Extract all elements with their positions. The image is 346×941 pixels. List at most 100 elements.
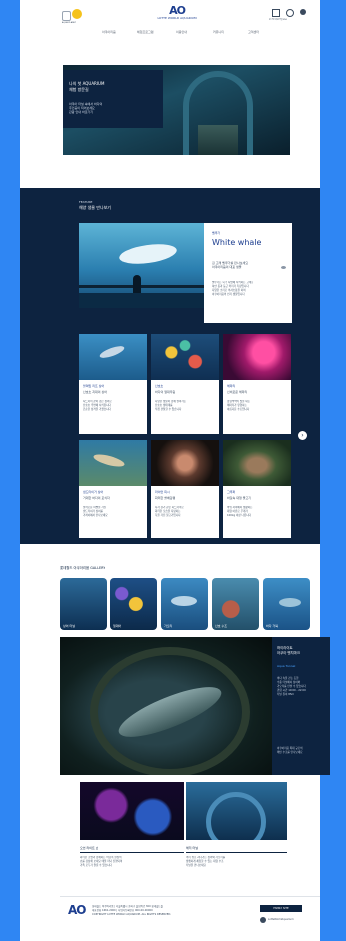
nav-item-programs[interactable]: 체험프로그램 <box>137 30 154 34</box>
creature-card[interactable]: 라이언 피시 화려한 쏠배감펭 사자 갈기 같은 지느러미로 화려한 모습을 자… <box>151 440 219 538</box>
card-body-line: 해파리가 유영하는 <box>227 404 247 407</box>
card-body-line: 산호초 주변에 서식합니다 <box>83 404 111 407</box>
divider <box>80 852 184 853</box>
bottom-card-line: 머리 위로 지나가는 상어와 가오리를 <box>186 856 226 859</box>
nav-item-support[interactable]: 고객센터 <box>248 30 259 34</box>
card-body-line: 샌드타이거 상어를 <box>83 510 103 513</box>
gallery-feature-image[interactable] <box>60 637 272 775</box>
nav-item-aquarium[interactable]: 아쿠아리움 <box>102 30 116 34</box>
logo-mark: AO <box>169 4 186 17</box>
home-icon[interactable] <box>272 9 280 17</box>
feature-tag: Aqua Tunnel <box>277 664 296 668</box>
card-sub: 산호초 지대의 상어 <box>83 390 107 394</box>
card-sub: 거대한 바다의 포식자 <box>83 496 110 500</box>
fish-icon <box>281 266 286 269</box>
card-body-line: 다양한 생물이 함께 살아가는 <box>155 400 187 403</box>
feature-body: 바다 속을 걷는 듯한 수중 터널에서 상어와 가오리를 만날 수 있습니다 관… <box>277 677 306 697</box>
card-body-line: 가까이에서 만나보세요 <box>83 514 108 517</box>
user-icon[interactable] <box>286 9 294 17</box>
undersea-tunnel-image[interactable] <box>186 782 287 840</box>
grouper-image <box>223 440 291 486</box>
jellyfish-image <box>223 334 291 380</box>
card-body-line: 형형색색의 빛을 내는 <box>227 400 251 403</box>
globe-icon[interactable] <box>300 9 306 15</box>
tunnel-arch <box>206 792 266 840</box>
bottom-card-line: 가족 모두가 즐길 수 있습니다 <box>80 864 112 867</box>
card-title: 샌드타이거 상어 <box>83 490 104 494</box>
gallery-thumb[interactable]: 열대어 <box>110 578 157 630</box>
card-body-line: 독을 가진 물고기입니다 <box>155 514 181 517</box>
card-body-line: 직접 관찰할 수 있습니다 <box>155 408 182 411</box>
nav-item-guide[interactable]: 이용안내 <box>176 30 187 34</box>
card-title: 그루퍼 <box>227 490 236 494</box>
feature-foot: 아쿠아리움 최대 규모의 메인 수조를 만나보세요 <box>277 747 303 755</box>
feature-section: FEATURE 해양 생물 만나보기 벨루가 White whale 흰 고래 … <box>20 188 320 544</box>
gallery-title: 롯데월드 아쿠아리움 GALLERY <box>60 566 106 570</box>
card-title: 라이언 피시 <box>155 490 170 494</box>
card-sub: 바닷속 대형 물고기 <box>227 496 251 500</box>
railing <box>79 285 204 288</box>
mascot-icon <box>62 11 71 21</box>
thumb-caption: 산호 수조 <box>215 624 227 628</box>
nav-item-community[interactable]: 커뮤니티 <box>213 30 224 34</box>
creature-card[interactable]: 샌드타이거 상어 거대한 바다의 포식자 날카로운 이빨을 가진 샌드타이거 상… <box>79 440 147 538</box>
featured-body: 벨루가는 북극 지방에 서식하는 고래로 하얀 몸과 둥근 머리가 특징입니다 … <box>212 281 253 297</box>
featured-image[interactable] <box>79 223 204 308</box>
thumb-caption: 가오리 <box>164 624 173 628</box>
sun-icon <box>72 9 82 19</box>
featured-card: 벨루가 White whale 흰 고래 벨루가를 만나보세요 아쿠아리움의 대… <box>204 223 292 323</box>
beluga-shape <box>118 241 178 267</box>
card-body: 다양한 생물이 함께 살아가는 산호초 생태계를 직접 관찰할 수 있습니다 <box>155 400 186 412</box>
sns-icon[interactable] <box>260 917 266 923</box>
card-body: 사자 갈기 같은 지느러미로 화려한 모습을 자랑하는 독을 가진 물고기입니다 <box>155 506 184 518</box>
footer-info: 롯데월드 아쿠아리움 | 서울특별시 송파구 올림픽로 300 롯데월드몰 대표… <box>92 905 171 917</box>
card-title: 블랙팁 리프 상어 <box>83 384 105 388</box>
sandtiger-image <box>79 440 147 486</box>
hero-title-line1: 나의 첫 AQUARIUM <box>69 81 105 86</box>
footer-divider <box>60 896 320 897</box>
aqua-planet-logo[interactable]: AQUA PLANET <box>62 9 88 24</box>
turtle-shape <box>279 598 301 607</box>
family-site-button[interactable]: FAMILY SITE <box>260 905 302 912</box>
bottom-card-title: 오션 라이트 쇼 <box>80 846 99 850</box>
light-show-image[interactable] <box>80 782 184 840</box>
section-title: 해양 생물 만나보기 <box>79 205 111 210</box>
feature-foot-line: 아쿠아리움 최대 규모의 <box>277 747 303 750</box>
card-body-line: 날카로운 이빨을 가진 <box>83 506 107 509</box>
shark-shape <box>92 452 126 469</box>
footer-logo[interactable]: AO <box>68 904 86 916</box>
creature-card[interactable]: 해파리 신비로운 해파리 형형색색의 빛을 내는 해파리가 유영하는 아름다운 … <box>223 334 291 434</box>
lionfish-image <box>151 440 219 486</box>
footer-line: COPYRIGHT LOTTE WORLD AQUARIUM. ALL RIGH… <box>92 913 172 916</box>
shark-shape <box>98 343 126 361</box>
sns-label[interactable]: LotteWorldAquarium <box>268 918 294 922</box>
gallery-thumb[interactable]: 상어 터널 <box>60 578 107 630</box>
carousel-next-button[interactable]: › <box>298 431 307 440</box>
creature-card[interactable]: 블랙팁 리프 상어 산호초 지대의 상어 지느러미 끝이 검은 상어로 산호초 … <box>79 334 147 434</box>
header: AQUA PLANET AO LOTTE WORLD AQUARIUM 로그인 … <box>20 0 320 40</box>
card-title: 산호초 <box>155 384 164 388</box>
gallery-thumb[interactable]: 바다 거북 <box>263 578 310 630</box>
card-body-line: 화려한 모습을 자랑하는 <box>155 510 181 513</box>
card-body-line: 산호초 생태계를 <box>155 404 173 407</box>
main-logo[interactable]: AO LOTTE WORLD AQUARIUM <box>150 5 204 25</box>
hero-link[interactable]: 관람 안내 바로가기 <box>69 110 93 114</box>
feature-body-line: 관람 시간 10:00 - 22:00 <box>277 689 306 692</box>
card-title: 해파리 <box>227 384 236 388</box>
card-body-line: 바위 사이에서 생활하는 <box>227 506 253 509</box>
floor <box>79 293 204 308</box>
thumb-caption: 바다 거북 <box>266 624 278 628</box>
creature-card[interactable]: 산호초 바다의 열대우림 다양한 생물이 함께 살아가는 산호초 생태계를 직접… <box>151 334 219 434</box>
feature-title-line: 하이라이트 <box>277 646 293 650</box>
divider <box>186 852 287 853</box>
creature-card[interactable]: 그루퍼 바닷속 대형 물고기 바위 사이에서 생활하는 대형 어류로 무게가 1… <box>223 440 291 538</box>
featured-body-line: 다양한 소리로 의사소통을 하며 <box>212 289 246 292</box>
feature-body-line: 수중 터널에서 상어와 <box>277 681 301 684</box>
bottom-card-body: 머리 위로 지나가는 상어와 가오리를 생생하게 체험할 수 있는 대형 수조 … <box>186 856 225 868</box>
card-body-line: 100kg 이상 나갑니다 <box>227 514 252 517</box>
card-body-line: 온순한 성격을 가졌습니다 <box>83 408 111 411</box>
gallery-thumb[interactable]: 산호 수조 <box>212 578 259 630</box>
gallery-thumb[interactable]: 가오리 <box>161 578 208 630</box>
feature-foot-line: 메인 수조를 만나보세요 <box>277 751 303 754</box>
page: AQUA PLANET AO LOTTE WORLD AQUARIUM 로그인 … <box>20 0 330 941</box>
